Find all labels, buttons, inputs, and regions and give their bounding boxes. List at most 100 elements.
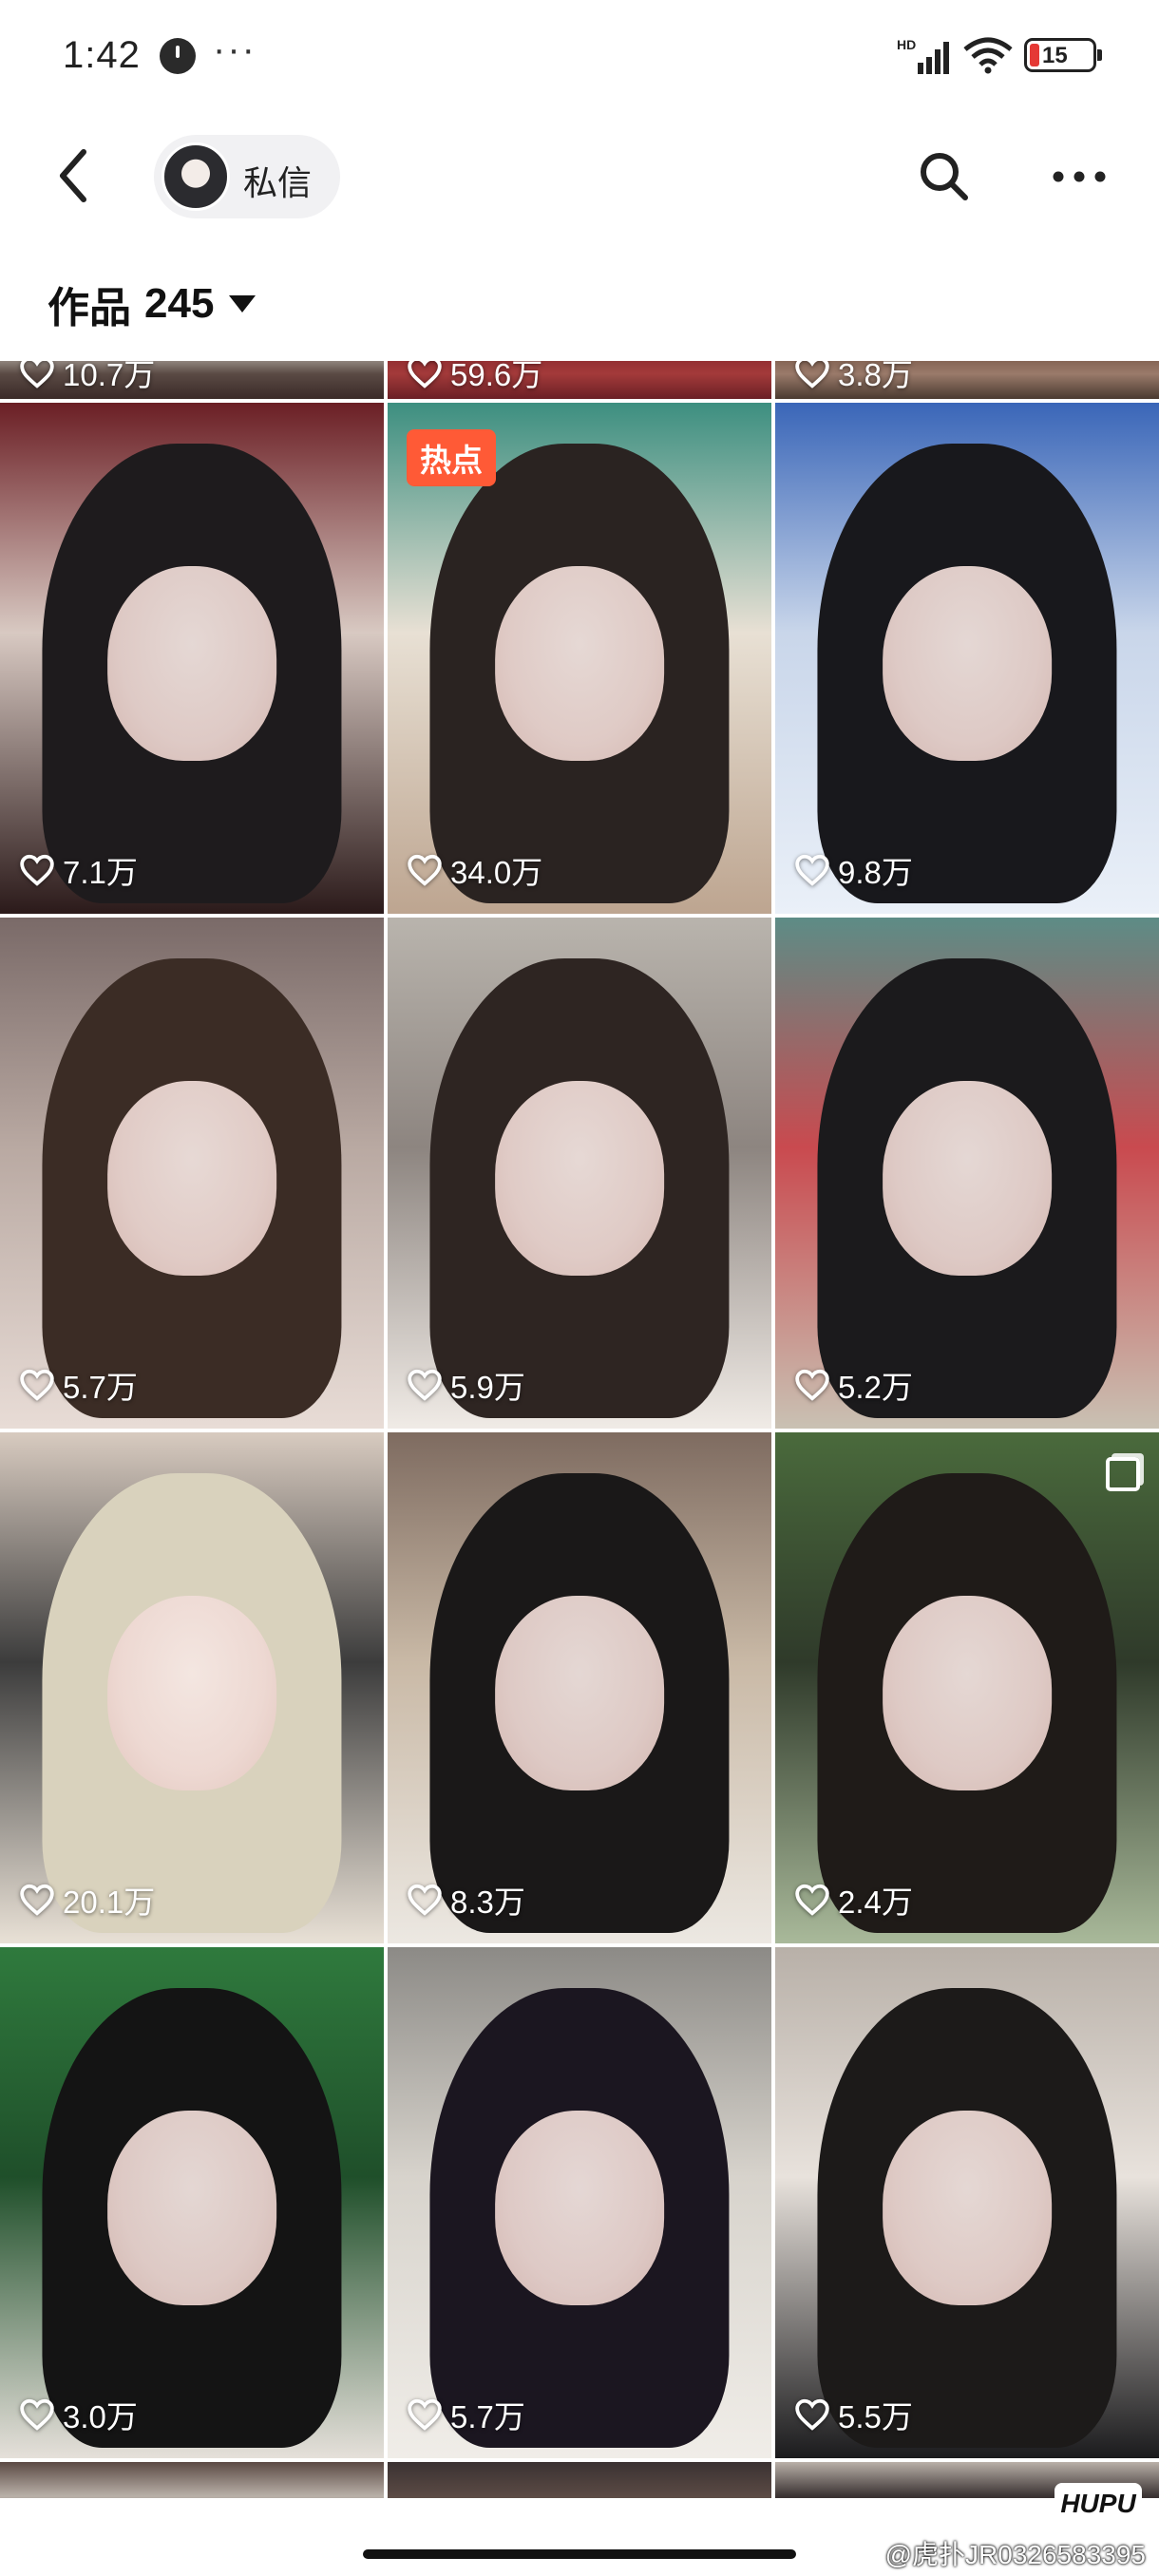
like-count-text: 5.5万 xyxy=(838,2399,913,2434)
video-thumbnail[interactable]: 5.7万 xyxy=(388,1947,771,2458)
heart-icon xyxy=(20,361,54,388)
top-nav: 私信 xyxy=(0,123,1159,228)
thumbnail-face xyxy=(107,2111,276,2305)
thumbnail-face xyxy=(883,566,1052,761)
like-count: 5.5万 xyxy=(794,2392,913,2437)
heart-icon xyxy=(408,2398,442,2431)
like-count-text: 34.0万 xyxy=(450,855,543,890)
like-count: 59.6万 xyxy=(407,361,542,395)
home-indicator[interactable] xyxy=(363,2549,796,2559)
like-count: 3.0万 xyxy=(19,2392,138,2437)
thumbnail-face xyxy=(883,2111,1052,2305)
heart-icon xyxy=(795,2398,829,2431)
thumbnail-face xyxy=(495,566,664,761)
caret-down-icon xyxy=(229,295,256,313)
thumbnail-face xyxy=(883,1081,1052,1276)
heart-icon xyxy=(20,854,54,886)
works-filter[interactable]: 作品 245 xyxy=(48,275,256,332)
video-thumbnail[interactable]: 7.1万 xyxy=(0,403,384,914)
thumbnail-face xyxy=(883,1596,1052,1790)
like-count-text: 10.7万 xyxy=(63,361,156,392)
like-count-text: 7.1万 xyxy=(63,855,138,890)
video-thumbnail[interactable] xyxy=(388,2462,771,2498)
battery-percent: 15 xyxy=(1042,43,1068,68)
like-count: 5.2万 xyxy=(794,1362,913,1408)
video-thumbnail[interactable]: 5.5万 xyxy=(775,1947,1159,2458)
hot-badge: 热点 xyxy=(407,429,496,486)
video-thumbnail[interactable]: 20.1万 xyxy=(0,1432,384,1943)
video-grid: 10.7万 59.6万 3.8万 7.1万 热点 34.0万 9.8万 5.7万 5.9万 5.2… xyxy=(0,361,1159,2498)
thumbnail-face xyxy=(107,1596,276,1790)
video-thumbnail[interactable]: 热点 34.0万 xyxy=(388,403,771,914)
thumbnail-face xyxy=(495,2111,664,2305)
heart-icon xyxy=(408,361,442,388)
heart-icon xyxy=(20,1884,54,1916)
battery-level xyxy=(1030,44,1039,66)
like-count: 20.1万 xyxy=(19,1877,155,1923)
like-count-text: 5.7万 xyxy=(63,1370,138,1405)
heart-icon xyxy=(408,1884,442,1916)
like-count: 5.7万 xyxy=(407,2392,525,2437)
heart-icon xyxy=(408,1369,442,1401)
like-count-text: 9.8万 xyxy=(838,855,913,890)
like-count: 2.4万 xyxy=(794,1877,913,1923)
works-count: 245 xyxy=(144,280,215,327)
like-count-text: 8.3万 xyxy=(450,1885,525,1920)
thumbnail-face xyxy=(495,1596,664,1790)
heart-icon xyxy=(20,1369,54,1401)
thumbnail-face xyxy=(107,1081,276,1276)
video-thumbnail[interactable]: 3.8万 xyxy=(775,361,1159,399)
svg-text:HD: HD xyxy=(897,37,916,52)
video-thumbnail[interactable]: 59.6万 xyxy=(388,361,771,399)
like-count-text: 59.6万 xyxy=(450,361,543,392)
like-count: 9.8万 xyxy=(794,847,913,893)
like-count: 8.3万 xyxy=(407,1877,525,1923)
video-thumbnail[interactable]: 3.0万 xyxy=(0,1947,384,2458)
works-title: 作品 xyxy=(48,285,131,331)
video-thumbnail[interactable]: 10.7万 xyxy=(0,361,384,399)
heart-icon xyxy=(795,1884,829,1916)
more-options-icon[interactable] xyxy=(1049,146,1110,207)
like-count-text: 3.0万 xyxy=(63,2399,138,2434)
like-count-text: 2.4万 xyxy=(838,1885,913,1920)
like-count: 5.9万 xyxy=(407,1362,525,1408)
video-thumbnail[interactable]: 5.7万 xyxy=(0,918,384,1429)
clock-icon xyxy=(160,38,196,74)
like-count: 5.7万 xyxy=(19,1362,138,1408)
status-time: 1:42 xyxy=(63,34,141,76)
status-bar: 1:42 ··· HD 15 xyxy=(0,0,1159,114)
like-count: 34.0万 xyxy=(407,847,542,893)
thumbnail-face xyxy=(495,1081,664,1276)
watermark: @虎扑JR0326583395 xyxy=(884,2540,1146,2569)
avatar xyxy=(162,142,230,211)
like-count: 10.7万 xyxy=(19,361,155,395)
signal-icon: HD xyxy=(897,37,949,74)
video-thumbnail[interactable]: 8.3万 xyxy=(388,1432,771,1943)
direct-message-button[interactable]: 私信 xyxy=(154,135,340,218)
heart-icon xyxy=(408,854,442,886)
wifi-icon xyxy=(963,37,1013,74)
battery-icon: 15 xyxy=(1024,38,1102,72)
back-arrow-icon[interactable] xyxy=(48,142,104,209)
search-icon[interactable] xyxy=(914,146,975,207)
video-thumbnail[interactable]: 9.8万 xyxy=(775,403,1159,914)
video-thumbnail[interactable]: 2.4万 xyxy=(775,1432,1159,1943)
like-count-text: 5.2万 xyxy=(838,1370,913,1405)
thumbnail-face xyxy=(107,566,276,761)
like-count-text: 20.1万 xyxy=(63,1885,156,1920)
like-count-text: 3.8万 xyxy=(838,361,913,392)
multi-image-icon xyxy=(1106,1457,1140,1491)
status-more-icon: ··· xyxy=(213,28,256,70)
direct-message-label: 私信 xyxy=(243,163,313,202)
heart-icon xyxy=(795,854,829,886)
like-count-text: 5.7万 xyxy=(450,2399,525,2434)
video-thumbnail[interactable]: 5.9万 xyxy=(388,918,771,1429)
hupu-logo: HUPU xyxy=(1054,2483,1142,2525)
video-thumbnail[interactable]: 5.2万 xyxy=(775,918,1159,1429)
like-count: 7.1万 xyxy=(19,847,138,893)
like-count-text: 5.9万 xyxy=(450,1370,525,1405)
video-thumbnail[interactable] xyxy=(0,2462,384,2498)
heart-icon xyxy=(20,2398,54,2431)
like-count: 3.8万 xyxy=(794,361,913,395)
heart-icon xyxy=(795,1369,829,1401)
